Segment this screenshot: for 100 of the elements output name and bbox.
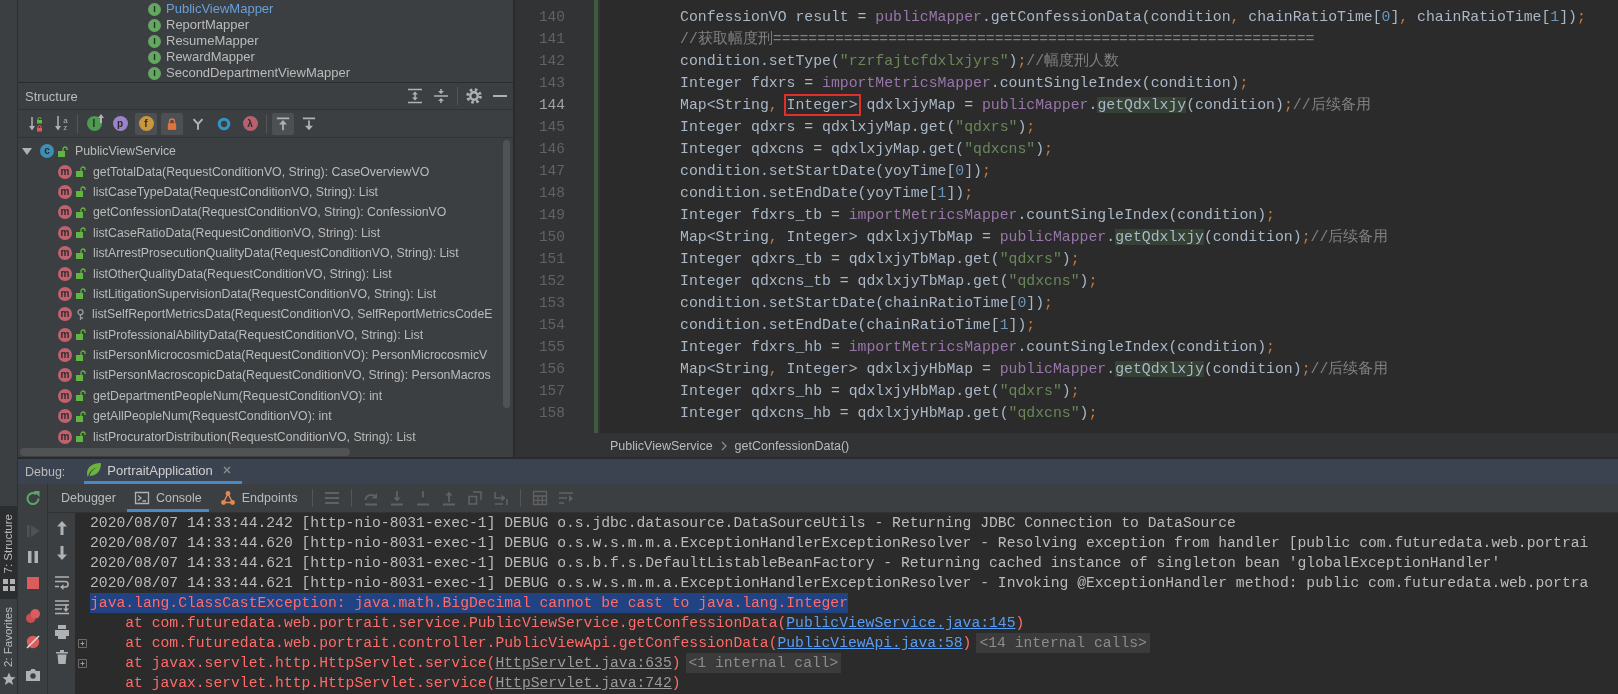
up-arrow-icon xyxy=(98,113,104,123)
code-text: Integer qdxcns = qdxlxjyMap.get("qdxcns"); xyxy=(680,141,1053,157)
breadcrumb-item[interactable]: getConfessionData() xyxy=(734,438,850,453)
show-properties-button[interactable]: p xyxy=(109,112,131,135)
close-icon[interactable] xyxy=(222,466,231,474)
interface-badge: I xyxy=(148,2,161,16)
method-badge: m xyxy=(58,388,72,403)
show-non-public-button[interactable] xyxy=(161,112,183,135)
code-text: qdxlxjyMap = publicMapper.getQdxlxjy(condition);//后续备用 xyxy=(865,97,1371,113)
tool-window-button[interactable]: 2: Favorites xyxy=(0,598,17,694)
overlapping-circles-icon[interactable] xyxy=(24,608,41,624)
expand-all-icon[interactable] xyxy=(407,88,423,104)
stop-icon[interactable] xyxy=(24,575,41,591)
tree-item[interactable]: getAllPeopleNum(RequestConditionVO): int xyxy=(93,409,332,424)
tree-item[interactable]: listPersonMicrocosmicData(RequestConditionVO): PersonMicrocosmicV xyxy=(93,348,488,363)
tool-window-title: Debug: xyxy=(25,464,66,479)
tree-item[interactable]: ResumeMapper xyxy=(166,33,259,49)
code-text: condition.setEndDate(chainRatioTime[1]); xyxy=(680,317,1036,333)
class-badge: c xyxy=(40,144,54,159)
tree-item[interactable]: listSelfReportMetricsData(RequestConditionVO, SelfReportMetricsCodeE xyxy=(92,307,493,322)
method-badge: m xyxy=(58,368,72,383)
method-badge: m xyxy=(58,286,72,301)
code-text: Integer qdxcns_tb = qdxlxjyTbMap.get("qdxcns"); xyxy=(680,273,1098,289)
method-badge: m xyxy=(58,246,72,261)
leaf-icon xyxy=(86,462,103,478)
show-inherited-button[interactable]: I xyxy=(83,112,105,135)
folded-calls-button[interactable]: <14 internal calls> xyxy=(976,633,1150,653)
fork-icon xyxy=(192,117,204,130)
code-text: Map<String, Integer> qdxlxjyHbMap = publicMapper.getQdxlxjy(condition);//后续备用 xyxy=(680,361,1389,377)
tree-item[interactable]: PublicViewMapper xyxy=(166,1,274,17)
tree-item[interactable]: SecondDepartmentViewMapper xyxy=(166,65,351,81)
tree-item[interactable]: getConfessionData(RequestConditionVO, String): ConfessionVO xyxy=(93,205,447,220)
tree-item[interactable]: PublicViewService xyxy=(75,144,176,159)
method-badge: m xyxy=(58,409,72,424)
code-text: Integer qdxrs_hb = qdxlxjyHbMap.get("qdxrs"); xyxy=(680,383,1080,399)
show-fields-button[interactable]: f xyxy=(135,112,157,135)
caret-down-icon[interactable] xyxy=(22,147,32,155)
settings-icon[interactable] xyxy=(466,88,482,104)
lines-down-arrow-icon[interactable] xyxy=(53,599,70,615)
tree-item[interactable]: listProcuratorDistribution(RequestConditionVO, String): List xyxy=(93,429,416,444)
tree-item[interactable]: listLitigationSupervisionData(RequestConditionVO, String): List xyxy=(93,286,437,301)
show-lambdas-button[interactable]: λ xyxy=(239,112,261,135)
tool-window-button[interactable]: 7: Structure xyxy=(0,506,17,599)
interface-badge: I xyxy=(148,34,161,48)
content-tab[interactable]: Endpoints xyxy=(212,484,305,512)
tree-item[interactable]: ReportMapper xyxy=(166,17,250,33)
horizontal-scrollbar-thumb[interactable] xyxy=(20,448,350,456)
file-link[interactable]: HttpServlet.java:635 xyxy=(495,655,672,671)
chevron-icon xyxy=(720,440,727,451)
tree-item[interactable]: listOtherQualityData(RequestConditionVO, String): List xyxy=(93,266,392,281)
method-badge: m xyxy=(58,225,72,240)
printer-icon[interactable] xyxy=(53,624,70,640)
folded-calls-button[interactable]: <1 internal call> xyxy=(685,653,842,673)
method-badge: m xyxy=(58,266,72,281)
file-link[interactable]: PublicViewApi.java:58 xyxy=(777,635,963,651)
arrow-padlocks-icon xyxy=(27,115,43,132)
tree-item[interactable]: listCaseTypeData(RequestConditionVO, String): List xyxy=(93,184,378,199)
code-text: condition.setEndDate(yoyTime[1]); xyxy=(680,185,974,201)
down-arrow-icon xyxy=(54,116,63,131)
annotation-box: Integer> xyxy=(783,94,861,116)
padlock-icon xyxy=(167,117,177,130)
tree-item[interactable]: getTotalData(RequestConditionVO, String): CaseOverviewVO xyxy=(93,164,430,179)
code-text: Map<String, xyxy=(680,97,779,113)
console-line: 2020/08/07 14:33:44.620 [http-nio-8031-exec-1] DEBUG o.s.w.s.m.m.a.ExceptionHandlerExceptionResolver - Resolving exception from handler [public com.futuredata.web.portrai xyxy=(90,534,1589,553)
plus-square-icon[interactable] xyxy=(78,638,87,648)
console-line: at com.futuredata.web.portrait.controller.PublicViewApi.getConfessionData(PublicViewApi.java:58) xyxy=(125,634,972,653)
content-tab[interactable]: Debugger xyxy=(54,484,123,512)
tree-item[interactable]: listPersonMacroscopicData(RequestConditionVO, String): PersonMacros xyxy=(93,368,491,383)
code-text: condition.setStartDate(yoyTime[0]); xyxy=(680,163,991,179)
method-badge: m xyxy=(58,164,72,179)
plus-square-icon[interactable] xyxy=(78,658,87,668)
tree-item[interactable]: listProfessionalAbilityData(RequestConditionVO, String): List xyxy=(93,327,424,342)
code-text: Integer fdxrs_tb = importMetricsMapper.countSingleIndex(condition); xyxy=(680,207,1275,223)
tree-item[interactable]: getDepartmentPeopleNum(RequestConditionVO): int xyxy=(93,388,383,403)
trash-icon[interactable] xyxy=(53,649,70,665)
file-link[interactable]: HttpServlet.java:742 xyxy=(495,675,672,691)
arrow-up-to-line-icon xyxy=(276,116,290,131)
tree-item[interactable]: listArrestProsecutionQualityData(RequestConditionVO, String): List xyxy=(93,246,459,261)
arrow-down-from-line-icon xyxy=(302,116,316,131)
crossed-circle-icon[interactable] xyxy=(24,634,41,650)
code-text: Integer qdxcns_hb = qdxlxjyHbMap.get("qdxcns"); xyxy=(680,405,1098,421)
interface-badge: I xyxy=(148,66,161,80)
method-badge: m xyxy=(58,429,72,444)
sort-alphabetically-button[interactable]: az xyxy=(50,112,72,135)
circular-arrow-icon[interactable] xyxy=(24,490,41,506)
tree-item[interactable]: listCaseRatioData(RequestConditionVO, String): List xyxy=(93,225,381,240)
breadcrumb-item[interactable]: PublicViewService xyxy=(610,438,713,453)
interface-badge: I xyxy=(148,50,161,64)
tree-item[interactable]: RewardMapper xyxy=(166,49,255,65)
file-link[interactable]: PublicViewService.java:145 xyxy=(786,615,1016,631)
camera-icon[interactable] xyxy=(24,667,41,683)
console-line: at javax.servlet.http.HttpServlet.service(HttpServlet.java:635) xyxy=(125,654,681,673)
session-tab[interactable]: PortraitApplication xyxy=(84,459,242,484)
method-badge: m xyxy=(58,184,72,199)
method-badge: m xyxy=(58,327,72,342)
autoscroll-to-source-button[interactable] xyxy=(272,112,294,135)
panel-title: Structure xyxy=(25,88,78,104)
wrap-arrow-icon[interactable] xyxy=(53,574,70,590)
collapse-all-icon[interactable] xyxy=(433,88,449,104)
code-text: Integer qdxrs_tb = qdxlxjyTbMap.get("qdxrs"); xyxy=(680,251,1080,267)
